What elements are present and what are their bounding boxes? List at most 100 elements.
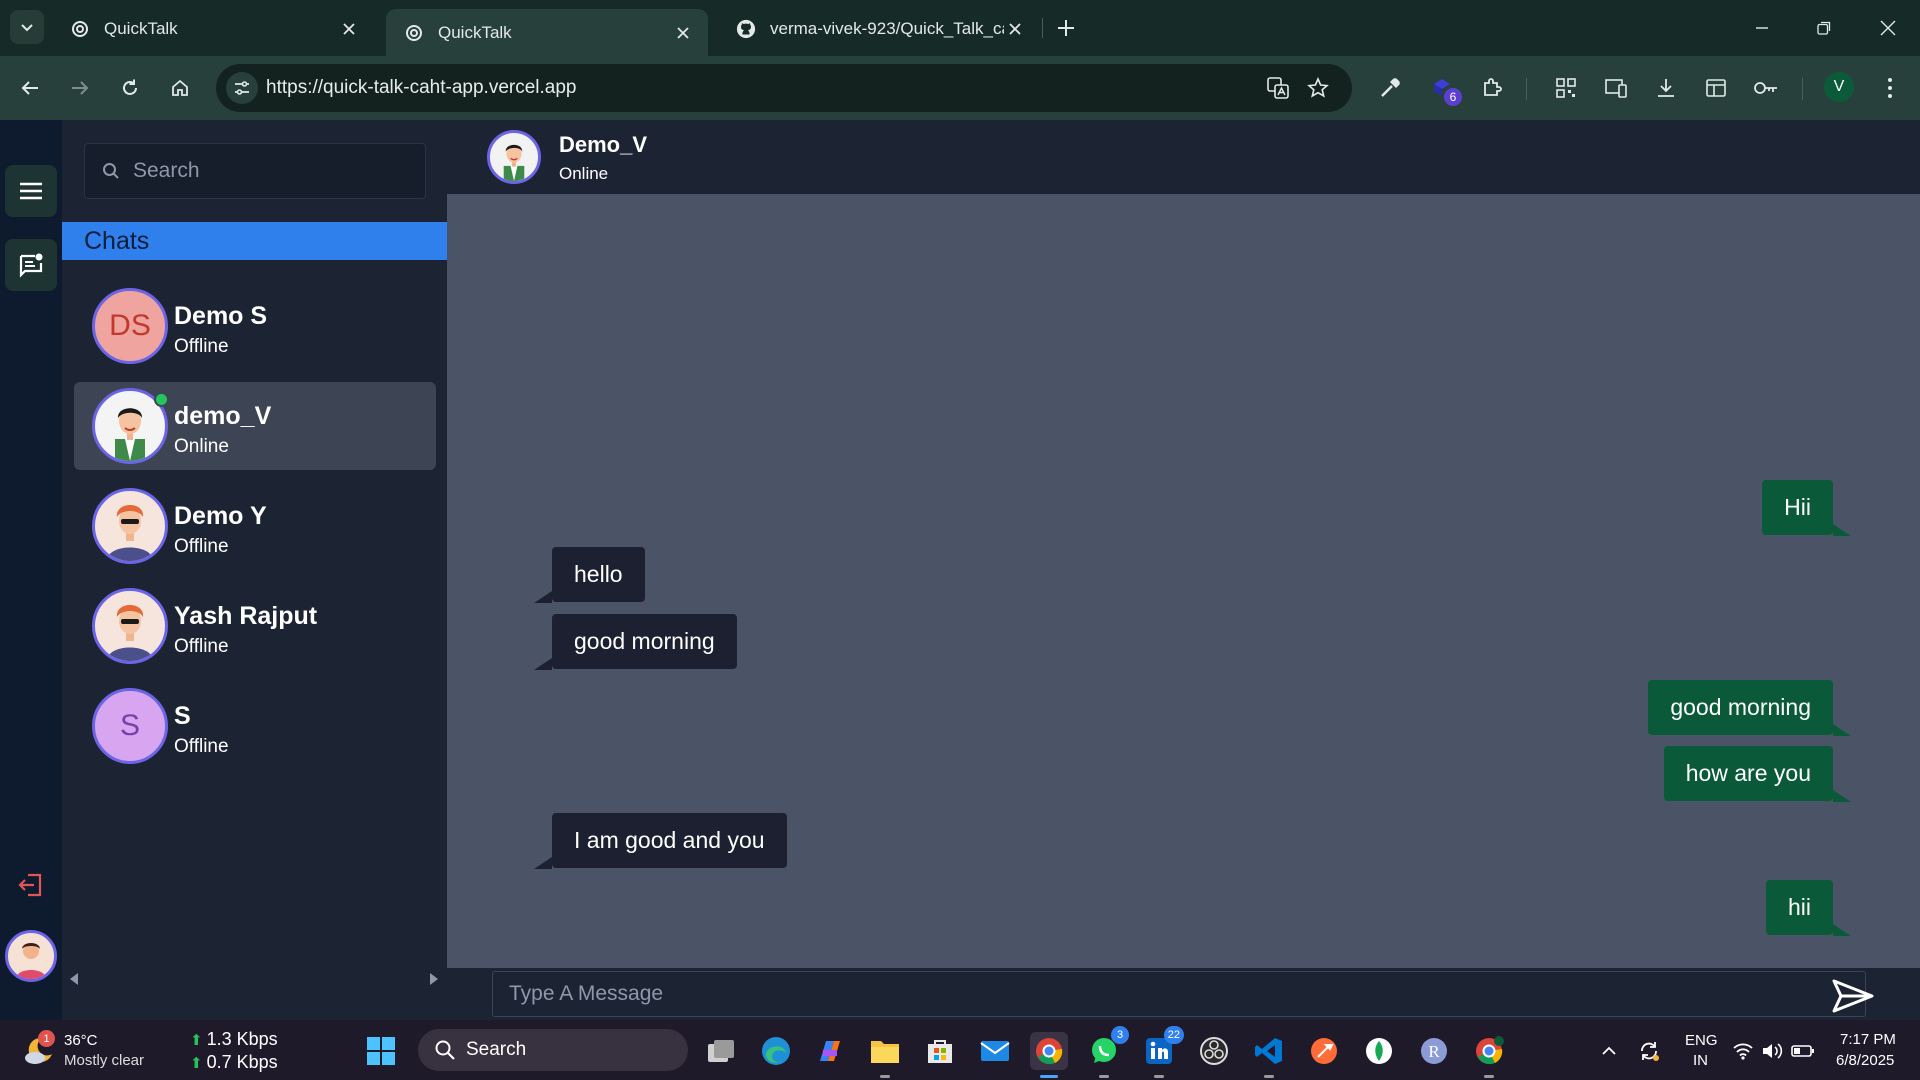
linkedin-badge: 22 — [1163, 1026, 1184, 1044]
search-icon — [435, 1040, 455, 1060]
password-key-icon[interactable] — [1752, 74, 1780, 102]
avatar-initials: S — [119, 709, 140, 742]
sync-icon[interactable] — [1636, 1038, 1662, 1064]
more-menu-icon[interactable] — [1876, 74, 1904, 102]
scroll-right-arrow[interactable] — [428, 972, 440, 986]
message-composer — [447, 968, 1920, 1020]
forward-button[interactable] — [62, 70, 98, 106]
reload-button[interactable] — [112, 70, 148, 106]
os-taskbar: 1 36°C Mostly clear ⬆ 1.3 Kbps ⬆ 0.7 Kbps … — [0, 1020, 1920, 1080]
edge-browser-icon[interactable] — [757, 1032, 795, 1070]
copilot-icon[interactable] — [811, 1032, 849, 1070]
clock-date: 6/8/2025 — [1836, 1052, 1895, 1069]
man-avatar-icon — [503, 144, 525, 181]
volume-icon[interactable] — [1760, 1038, 1786, 1064]
logout-button[interactable] — [16, 870, 46, 900]
message-bubble-incoming: I am good and you — [534, 813, 787, 869]
wifi-icon[interactable] — [1730, 1038, 1756, 1064]
contact-item-yash-rajput[interactable]: Yash Rajput Offline — [74, 582, 436, 670]
clock-time[interactable]: 7:17 PM — [1840, 1031, 1896, 1048]
chat-list-panel: Chats DS Demo S Offline demo_V Online De… — [62, 120, 447, 1020]
close-tab-icon[interactable] — [338, 18, 360, 40]
whatsapp-badge: 3 — [1111, 1026, 1129, 1044]
microsoft-store-icon[interactable] — [921, 1032, 959, 1070]
network-download-speed: ⬆ 0.7 Kbps — [190, 1052, 278, 1073]
browser-tab-2-active[interactable]: QuickTalk — [386, 9, 708, 56]
browser-tab-strip: QuickTalk QuickTalk verma-vivek-923/Quic… — [0, 0, 1920, 56]
online-indicator — [154, 392, 169, 407]
my-profile-avatar[interactable] — [5, 930, 57, 982]
close-window-button[interactable] — [1866, 8, 1910, 48]
scroll-left-arrow[interactable] — [68, 972, 80, 986]
devices-icon[interactable] — [1602, 74, 1630, 102]
tab-title: QuickTalk — [438, 22, 512, 42]
new-tab-button[interactable] — [1050, 12, 1082, 44]
close-tab-icon[interactable] — [672, 22, 694, 44]
profile-avatar[interactable]: V — [1824, 72, 1854, 102]
hamburger-menu-icon — [20, 182, 42, 200]
eyedropper-extension-icon[interactable] — [1376, 74, 1404, 102]
taskbar-search[interactable]: Search — [418, 1029, 688, 1071]
conversation-avatar[interactable] — [487, 130, 541, 184]
bookmark-star-icon[interactable] — [1306, 76, 1330, 100]
chats-heading: Chats — [62, 222, 447, 260]
extensions-puzzle-icon[interactable] — [1478, 74, 1506, 102]
minimize-window-button[interactable] — [1740, 8, 1784, 48]
close-tab-icon[interactable] — [1004, 18, 1026, 40]
plus-icon — [1058, 20, 1074, 36]
tab-list-button[interactable] — [10, 10, 44, 44]
chrome-browser-icon[interactable] — [1030, 1032, 1068, 1078]
postman-icon[interactable] — [1305, 1032, 1343, 1070]
weather-alert-badge: 1 — [38, 1030, 55, 1047]
back-button[interactable] — [12, 70, 48, 106]
address-bar[interactable]: https://quick-talk-caht-app.vercel.app — [216, 64, 1352, 112]
r-app-icon[interactable]: R — [1415, 1032, 1453, 1070]
contact-item-demo-s[interactable]: DS Demo S Offline — [74, 282, 436, 370]
toolbar-separator — [1802, 78, 1803, 100]
chats-nav-button[interactable] — [5, 239, 57, 291]
avatar-initials: DS — [109, 309, 151, 342]
contact-item-demo-y[interactable]: Demo Y Offline — [74, 482, 436, 570]
windows-start-button[interactable] — [366, 1036, 396, 1066]
linkedin-icon[interactable]: 22 — [1140, 1026, 1184, 1078]
language-indicator[interactable]: ENG — [1685, 1032, 1718, 1049]
side-panel-icon[interactable] — [1702, 74, 1730, 102]
mongodb-compass-icon[interactable] — [1360, 1032, 1398, 1070]
browser-tab-3[interactable]: verma-vivek-923/Quick_Talk_ca — [718, 9, 1040, 48]
search-input[interactable] — [133, 159, 413, 183]
contact-name: Yash Rajput — [174, 602, 318, 630]
extension-badge: 6 — [1444, 88, 1462, 106]
qr-code-icon[interactable] — [1552, 74, 1580, 102]
restore-icon — [1817, 21, 1831, 35]
browser-toolbar: https://quick-talk-caht-app.vercel.app 6… — [0, 56, 1920, 120]
menu-button[interactable] — [5, 165, 57, 217]
vscode-icon[interactable] — [1250, 1032, 1288, 1078]
home-button[interactable] — [162, 70, 198, 106]
whatsapp-icon[interactable]: 3 — [1085, 1026, 1129, 1078]
message-input[interactable] — [492, 971, 1866, 1017]
mail-icon[interactable] — [976, 1032, 1014, 1070]
chrome-profile-icon[interactable] — [1470, 1032, 1508, 1078]
contact-avatar: S — [92, 688, 168, 764]
task-view-icon[interactable] — [702, 1032, 740, 1070]
send-button[interactable] — [1829, 976, 1877, 1016]
contact-item-demo-v[interactable]: demo_V Online — [74, 382, 436, 470]
obs-studio-icon[interactable] — [1195, 1032, 1233, 1070]
conversation-title: Demo_V — [559, 132, 648, 157]
download-icon[interactable] — [1652, 74, 1680, 102]
browser-tab-1[interactable]: QuickTalk — [52, 9, 374, 48]
contact-item-s[interactable]: S S Offline — [74, 682, 436, 770]
arrow-right-icon — [72, 81, 89, 95]
message-bubble-outgoing: good morning — [1648, 680, 1851, 736]
home-icon — [172, 79, 188, 96]
restore-window-button[interactable] — [1802, 8, 1846, 48]
translate-icon[interactable] — [1266, 76, 1290, 100]
battery-icon[interactable] — [1790, 1038, 1816, 1064]
download-speed-value: 0.7 Kbps — [206, 1052, 278, 1072]
file-explorer-icon[interactable] — [866, 1032, 904, 1078]
search-box[interactable] — [84, 143, 426, 199]
extension-purple-icon[interactable]: 6 — [1428, 74, 1462, 106]
person-sunglasses-avatar-icon — [107, 505, 153, 561]
site-info-icon[interactable] — [226, 72, 258, 104]
show-hidden-icons-button[interactable] — [1596, 1038, 1622, 1064]
